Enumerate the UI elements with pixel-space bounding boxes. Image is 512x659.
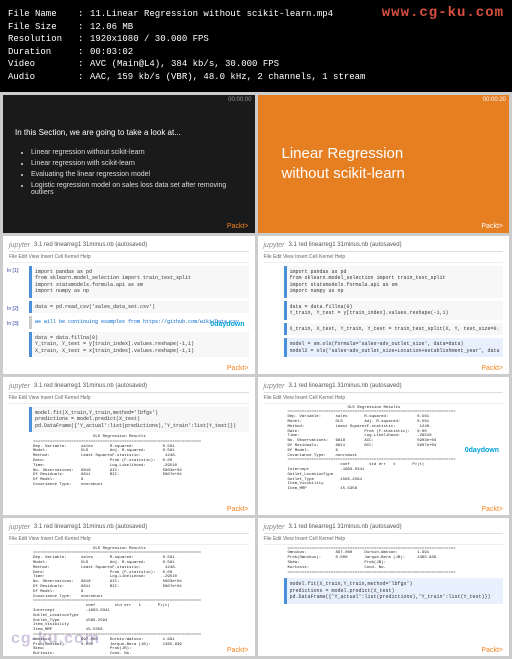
intro-bullets: Linear regression without scikit-learn L… bbox=[15, 145, 243, 200]
thumb-intro-slide[interactable]: 00:00:00 In this Section, we are going t… bbox=[3, 95, 255, 233]
thumb-jupyter-6[interactable]: jupyter 3.1 red linearreg1 31minus.nb (a… bbox=[258, 518, 510, 656]
notebook-title: 3.1 red linearreg1 31minus.nb (autosaved… bbox=[34, 524, 147, 530]
title-text: Linear Regression without scikit-learn bbox=[282, 144, 510, 183]
jupyter-header: jupyter 3.1 red linearreg1 31minus.nb (a… bbox=[264, 522, 504, 534]
code-cell: X_train, X_test, Y_train, Y_test = train… bbox=[284, 323, 504, 336]
code-cell-active: model = sm.ols(formula='sales~adv_outlet… bbox=[284, 338, 504, 357]
jupyter-logo: jupyter bbox=[264, 383, 285, 390]
cell-in-label: In [3]: bbox=[7, 321, 20, 327]
code-cell-active: model.fit(X_train,Y_train,method='lbfgs'… bbox=[284, 578, 504, 604]
packt-logo: Packt> bbox=[479, 365, 505, 372]
notebook-title: 3.1 red linearreg1 31minus.nb (autosaved… bbox=[289, 524, 402, 530]
notebook-title: 3.1 red linearreg1 31minus.nb (autosaved… bbox=[289, 242, 402, 248]
filesize-value: 12.06 MB bbox=[90, 21, 133, 34]
thumb-jupyter-5[interactable]: jupyter 3.1 red linearreg1 31minus.nb (a… bbox=[3, 518, 255, 656]
code-cell: data = data.fillna(0) Y_train, Y_test = … bbox=[284, 301, 504, 320]
packt-logo: Packt> bbox=[225, 506, 251, 513]
thumb-jupyter-1[interactable]: jupyter 3.1 red linearreg1 31minus.nb (a… bbox=[3, 236, 255, 374]
thumbnail-grid: 00:00:00 In this Section, we are going t… bbox=[0, 92, 512, 659]
notebook-title: 3.1 red linearreg1 31minus.nb (autosaved… bbox=[34, 242, 147, 248]
video-label: Video bbox=[8, 58, 78, 71]
jupyter-logo: jupyter bbox=[9, 524, 30, 531]
code-cell: data = pd.read_csv('sales_data_set.csv') bbox=[29, 301, 249, 314]
daydown-watermark: 0daydown bbox=[465, 447, 499, 454]
jupyter-logo: jupyter bbox=[264, 524, 285, 531]
jupyter-menu: File Edit View Insert Cell Kernel Help bbox=[264, 254, 504, 263]
cell-in-label: In [1]: bbox=[7, 268, 20, 274]
intro-heading: In this Section, we are going to take a … bbox=[15, 128, 243, 137]
packt-logo: Packt> bbox=[225, 647, 251, 654]
thumb-jupyter-2[interactable]: jupyter 3.1 red linearreg1 31minus.nb (a… bbox=[258, 236, 510, 374]
audio-label: Audio bbox=[8, 71, 78, 84]
filesize-label: File Size bbox=[8, 21, 78, 34]
packt-logo: Packt> bbox=[479, 506, 505, 513]
audio-value: AAC, 159 kb/s (VBR), 48.0 kHz, 2 channel… bbox=[90, 71, 365, 84]
duration-label: Duration bbox=[8, 46, 78, 59]
daydown-watermark: 0daydown bbox=[210, 321, 244, 328]
cell-in-label: In [2]: bbox=[7, 306, 20, 312]
code-cell: import pandas as pd from sklearn.model_s… bbox=[29, 266, 249, 298]
jupyter-header: jupyter 3.1 red linearreg1 31minus.nb (a… bbox=[264, 381, 504, 393]
timestamp: 00:00:00 bbox=[228, 97, 251, 103]
packt-logo: Packt> bbox=[227, 223, 249, 230]
packt-logo: Packt> bbox=[479, 647, 505, 654]
bullet: Linear regression with scikit-learn bbox=[31, 160, 243, 167]
code-cell: data = data.fillna(0) Y_train, Y_test = … bbox=[29, 332, 249, 358]
jupyter-menu: File Edit View Insert Cell Kernel Help bbox=[9, 395, 249, 404]
corner-watermark: cg-ku.com bbox=[11, 630, 100, 648]
filename-value: 11.Linear Regression without scikit-lear… bbox=[90, 8, 333, 21]
bullet: Logistic regression model on sales loss … bbox=[31, 182, 243, 196]
bullet: Linear regression without scikit-learn bbox=[31, 149, 243, 156]
filename-label: File Name bbox=[8, 8, 78, 21]
timestamp: 00:00:20 bbox=[483, 97, 506, 103]
thumb-jupyter-4[interactable]: jupyter 3.1 red linearreg1 31minus.nb (a… bbox=[258, 377, 510, 515]
resolution-value: 1920x1080 / 30.000 FPS bbox=[90, 33, 209, 46]
jupyter-header: jupyter 3.1 red linearreg1 31minus.nb (a… bbox=[9, 381, 249, 393]
file-info-header: www.cg-ku.com File Name:11.Linear Regres… bbox=[0, 0, 512, 92]
site-watermark: www.cg-ku.com bbox=[382, 4, 504, 24]
jupyter-logo: jupyter bbox=[9, 242, 30, 249]
thumb-title-slide[interactable]: 00:00:20 Linear Regression without sciki… bbox=[258, 95, 510, 233]
notebook-title: 3.1 red linearreg1 31minus.nb (autosaved… bbox=[289, 383, 402, 389]
packt-logo: Packt> bbox=[225, 365, 251, 372]
thumb-jupyter-3[interactable]: jupyter 3.1 red linearreg1 31minus.nb (a… bbox=[3, 377, 255, 515]
packt-logo: Packt> bbox=[481, 223, 503, 230]
ols-output: ========================================… bbox=[288, 547, 504, 576]
jupyter-header: jupyter 3.1 red linearreg1 31minus.nb (a… bbox=[264, 240, 504, 252]
jupyter-header: jupyter 3.1 red linearreg1 31minus.nb (a… bbox=[9, 240, 249, 252]
code-cell: import pandas as pd from sklearn.model_s… bbox=[284, 266, 504, 298]
ols-output: OLS Regression Results =================… bbox=[33, 435, 249, 488]
jupyter-menu: File Edit View Insert Cell Kernel Help bbox=[9, 536, 249, 545]
jupyter-menu: File Edit View Insert Cell Kernel Help bbox=[9, 254, 249, 263]
notebook-title: 3.1 red linearreg1 31minus.nb (autosaved… bbox=[34, 383, 147, 389]
resolution-label: Resolution bbox=[8, 33, 78, 46]
code-cell: model.fit(X_train,Y_train,method='lbfgs'… bbox=[29, 407, 249, 433]
jupyter-menu: File Edit View Insert Cell Kernel Help bbox=[264, 536, 504, 545]
jupyter-logo: jupyter bbox=[9, 383, 30, 390]
jupyter-header: jupyter 3.1 red linearreg1 31minus.nb (a… bbox=[9, 522, 249, 534]
video-value: AVC (Main@L4), 384 kb/s, 30.000 FPS bbox=[90, 58, 279, 71]
jupyter-menu: File Edit View Insert Cell Kernel Help bbox=[264, 395, 504, 404]
duration-value: 00:03:02 bbox=[90, 46, 133, 59]
bullet: Evaluating the linear regression model bbox=[31, 171, 243, 178]
jupyter-logo: jupyter bbox=[264, 242, 285, 249]
